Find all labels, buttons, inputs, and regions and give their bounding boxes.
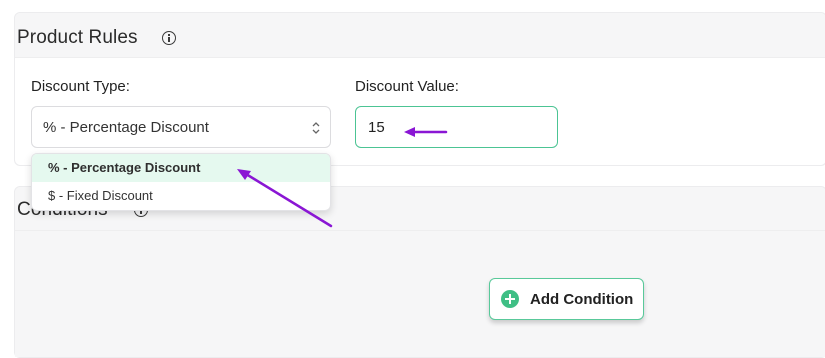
- add-condition-button[interactable]: Add Condition: [489, 278, 644, 320]
- info-icon[interactable]: [162, 31, 176, 45]
- conditions-body: [15, 231, 825, 357]
- dropdown-option-percentage[interactable]: % - Percentage Discount: [32, 154, 330, 182]
- discount-type-label: Discount Type:: [31, 78, 130, 95]
- product-rules-title: Product Rules: [17, 27, 138, 48]
- discount-type-selected-value: % - Percentage Discount: [43, 119, 209, 136]
- add-condition-label: Add Condition: [530, 291, 634, 308]
- discount-value-input[interactable]: [355, 106, 558, 148]
- plus-circle-icon: [501, 290, 519, 308]
- discount-value-label: Discount Value:: [355, 78, 459, 95]
- chevron-updown-icon: [312, 122, 320, 134]
- discount-type-dropdown: % - Percentage Discount $ - Fixed Discou…: [31, 153, 331, 211]
- discount-type-select[interactable]: % - Percentage Discount: [31, 106, 331, 148]
- dropdown-option-fixed[interactable]: $ - Fixed Discount: [32, 182, 330, 210]
